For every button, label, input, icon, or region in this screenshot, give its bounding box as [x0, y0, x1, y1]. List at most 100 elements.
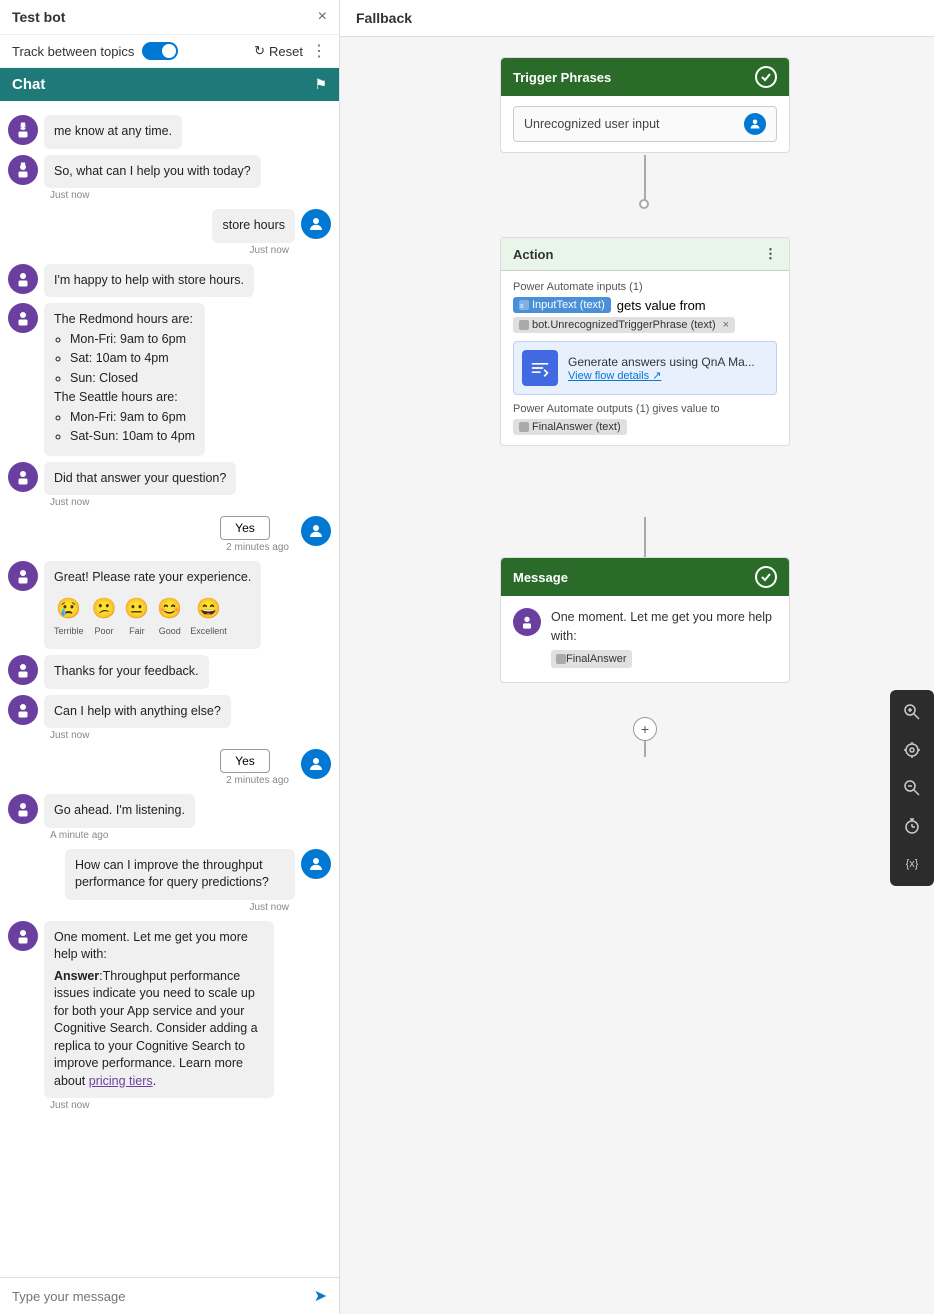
pricing-link[interactable]: pricing tiers: [89, 1074, 153, 1088]
bot-avatar: [8, 695, 38, 725]
fallback-header: Fallback: [340, 0, 934, 37]
variables-button[interactable]: {x}: [894, 846, 930, 882]
chat-body: me know at any time. So, what can I help…: [0, 101, 339, 1277]
zoom-in-button[interactable]: [894, 694, 930, 730]
timestamp: A minute ago: [50, 830, 189, 841]
bot-avatar: [8, 155, 38, 185]
emoji-fair[interactable]: 😐Fair: [124, 595, 149, 638]
var-close-icon[interactable]: ×: [723, 319, 729, 331]
trigger-phrases-header: Trigger Phrases: [501, 58, 789, 96]
generate-icon: [522, 350, 558, 386]
bubble-text: store hours: [222, 218, 285, 232]
message-row-user: store hours Just now: [8, 209, 331, 258]
power-inputs-label: Power Automate inputs (1): [513, 281, 777, 293]
list-item: Mon-Fri: 9am to 6pm: [70, 409, 195, 427]
more-options-icon[interactable]: ⋮: [764, 246, 777, 262]
send-button[interactable]: ➤: [314, 1286, 327, 1306]
bot-avatar: [8, 462, 38, 492]
list-item: Mon-Fri: 9am to 6pm: [70, 331, 195, 349]
trigger-header-label: Trigger Phrases: [513, 70, 611, 85]
track-toggle[interactable]: [142, 42, 178, 60]
message-card-body: One moment. Let me get you more help wit…: [501, 596, 789, 682]
title-bar: Test bot ×: [0, 0, 339, 35]
bubble-text: One moment. Let me get you more help wit…: [54, 929, 264, 964]
external-link-icon: ↗: [652, 370, 661, 382]
check-icon: [755, 66, 777, 88]
svg-text:x: x: [520, 303, 524, 310]
flow-connector-1: [644, 155, 646, 205]
trigger-user-icon: [744, 113, 766, 135]
bubble-text: I'm happy to help with store hours.: [54, 273, 244, 287]
tools-sidebar: {x}: [890, 690, 934, 886]
chat-bubble: Go ahead. I'm listening.: [44, 794, 195, 828]
chat-input[interactable]: [12, 1289, 308, 1304]
timestamp: Just now: [71, 902, 289, 913]
track-label: Track between topics: [12, 44, 134, 59]
chat-bubble: So, what can I help you with today?: [44, 155, 261, 189]
zoom-out-button[interactable]: [894, 770, 930, 806]
chat-bubble: Great! Please rate your experience. 😢Ter…: [44, 561, 261, 649]
fallback-title: Fallback: [356, 10, 412, 26]
final-answer-var-text: FinalAnswer: [566, 651, 627, 668]
right-panel: Fallback Trigger Phrases Unrecognized us…: [340, 0, 934, 1314]
emoji-good[interactable]: 😊Good: [157, 595, 182, 638]
timestamp: Just now: [50, 1100, 268, 1111]
chat-bubble-user: store hours: [212, 209, 295, 243]
bot-avatar: [8, 264, 38, 294]
var-badge-row: bot.UnrecognizedTriggerPhrase (text) ×: [513, 317, 777, 333]
message-row: Did that answer your question? Just now: [8, 462, 331, 511]
yes-button-2[interactable]: Yes: [220, 749, 270, 773]
message-row-user: Yes 2 minutes ago: [8, 516, 331, 555]
user-avatar: [301, 209, 331, 239]
list-item: Sun: Closed: [70, 370, 195, 388]
user-avatar: [301, 849, 331, 879]
bubble-text: me know at any time.: [54, 124, 172, 138]
message-card: Message One moment. Let me get you more …: [500, 557, 790, 683]
timestamp: 2 minutes ago: [226, 542, 289, 553]
check-icon-2: [755, 566, 777, 588]
input-text-badge: x InputText (text): [513, 297, 611, 313]
yes-button[interactable]: Yes: [220, 516, 270, 540]
view-flow-link[interactable]: View flow details ↗: [568, 369, 755, 382]
bot-avatar: [8, 794, 38, 824]
emoji-excellent[interactable]: 😄Excellent: [190, 595, 227, 638]
bot-title: Test bot: [12, 9, 65, 25]
chat-header: Chat ⚑: [0, 68, 339, 101]
bubble-text: Great! Please rate your experience.: [54, 569, 251, 587]
chat-bubble: Can I help with anything else?: [44, 695, 231, 729]
trigger-phrase-box: Unrecognized user input: [513, 106, 777, 142]
trigger-phrases-body: Unrecognized user input: [501, 96, 789, 152]
bot-avatar: [8, 921, 38, 951]
list-item: Sat: 10am to 4pm: [70, 350, 195, 368]
chat-header-title: Chat: [12, 76, 45, 93]
timer-button[interactable]: [894, 808, 930, 844]
input-text-label: InputText (text): [532, 299, 605, 311]
input-text-row: x InputText (text) gets value from: [513, 297, 777, 313]
chat-bubble: Thanks for your feedback.: [44, 655, 209, 689]
toggle-circle: [162, 44, 176, 58]
message-header-label: Message: [513, 570, 568, 585]
bubble-text: The Redmond hours are:: [54, 311, 195, 329]
message-row: Can I help with anything else? Just now: [8, 695, 331, 744]
emoji-terrible[interactable]: 😢Terrible: [54, 595, 84, 638]
timestamp: Just now: [50, 730, 225, 741]
emoji-poor[interactable]: 😕Poor: [92, 595, 117, 638]
bubble-text: So, what can I help you with today?: [54, 164, 251, 178]
var-badge: bot.UnrecognizedTriggerPhrase (text) ×: [513, 317, 735, 333]
left-panel: Test bot × Track between topics ↻ Reset …: [0, 0, 340, 1314]
add-node-button[interactable]: +: [633, 717, 657, 741]
timestamp: 2 minutes ago: [226, 775, 289, 786]
more-options-button[interactable]: ⋮: [311, 41, 327, 61]
final-answer-badge: FinalAnswer (text): [513, 419, 627, 435]
message-row-user: How can I improve the throughput perform…: [8, 849, 331, 915]
reset-icon: ↻: [254, 43, 265, 59]
chat-bubble: me know at any time.: [44, 115, 182, 149]
bot-avatar: [8, 115, 38, 145]
chat-bubble: Did that answer your question?: [44, 462, 236, 496]
chat-flag-button[interactable]: ⚑: [314, 76, 327, 93]
reset-button[interactable]: ↻ Reset: [254, 43, 303, 59]
target-button[interactable]: [894, 732, 930, 768]
user-avatar: [301, 516, 331, 546]
close-button[interactable]: ×: [318, 8, 327, 26]
bot-avatar: [8, 655, 38, 685]
